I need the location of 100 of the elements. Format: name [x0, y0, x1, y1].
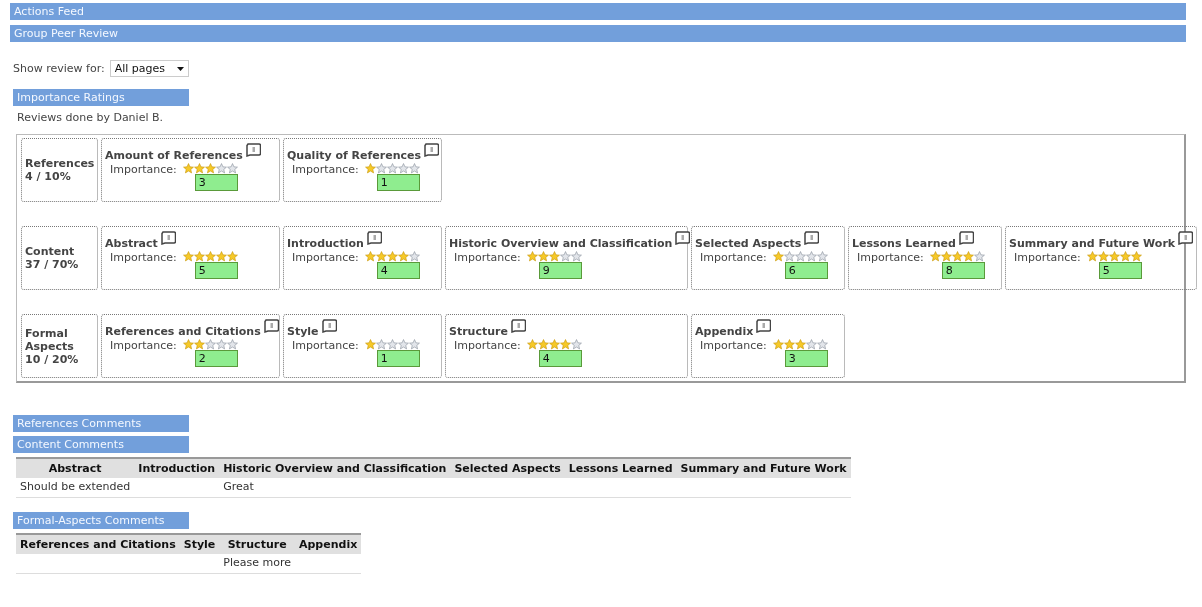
star-icon: [182, 163, 194, 174]
star-icon: [408, 163, 420, 174]
star-icon: [548, 251, 560, 262]
star-icon: [816, 339, 828, 350]
importance-label: Importance:: [292, 339, 359, 352]
star-icon: [182, 251, 194, 262]
star-icon: [805, 339, 817, 350]
column-header: Structure: [219, 534, 295, 554]
column-header: Abstract: [16, 458, 135, 478]
help-bubble-icon[interactable]: [245, 143, 261, 157]
star-icon: [215, 163, 227, 174]
help-bubble-icon[interactable]: [756, 319, 772, 333]
star-icon: [537, 339, 549, 350]
star-rating[interactable]: [182, 163, 238, 174]
score-value: 1: [376, 350, 420, 367]
star-rating[interactable]: [364, 163, 420, 174]
score-value: 3: [784, 350, 828, 367]
star-rating[interactable]: [182, 251, 238, 262]
reviewer-text: Reviews done by Daniel B.: [17, 111, 164, 124]
importance-label: Importance:: [110, 339, 177, 352]
score-value: 6: [784, 262, 828, 279]
section-header[interactable]: Formal-Aspects Comments: [13, 512, 189, 529]
star-icon: [375, 163, 387, 174]
star-icon: [559, 339, 571, 350]
star-rating[interactable]: [526, 251, 582, 262]
star-rating[interactable]: [772, 251, 828, 262]
help-bubble-icon[interactable]: [263, 319, 279, 333]
criterion-title: Lessons Learned: [852, 237, 956, 250]
section-header[interactable]: References Comments: [13, 415, 189, 432]
help-bubble-icon[interactable]: [1178, 231, 1194, 245]
criterion-title: Selected Aspects: [695, 237, 802, 250]
column-header: References and Citations: [16, 534, 180, 554]
star-icon: [772, 339, 784, 350]
star-icon: [204, 339, 216, 350]
importance-label: Importance:: [857, 251, 924, 264]
help-bubble-icon[interactable]: [321, 319, 337, 333]
criterion-title: Style: [287, 325, 319, 338]
importance-label: Importance:: [292, 251, 359, 264]
criterion-title: Amount of References: [105, 149, 243, 162]
star-icon: [215, 339, 227, 350]
star-rating[interactable]: [526, 339, 582, 350]
criterion-title: Abstract: [105, 237, 158, 250]
importance-label: Importance:: [1014, 251, 1081, 264]
page-select[interactable]: All pages: [109, 60, 190, 77]
star-rating[interactable]: [182, 339, 238, 350]
help-bubble-icon[interactable]: [804, 231, 820, 245]
help-bubble-icon[interactable]: [424, 143, 439, 157]
star-rating[interactable]: [364, 251, 420, 262]
star-icon: [397, 163, 409, 174]
importance-label: Importance:: [454, 339, 521, 352]
help-bubble-icon[interactable]: [160, 231, 176, 245]
star-icon: [929, 251, 941, 262]
caret-icon: [177, 66, 185, 71]
star-icon: [386, 339, 398, 350]
star-icon: [1130, 251, 1142, 262]
star-icon: [204, 163, 216, 174]
help-bubble-icon[interactable]: [958, 231, 974, 245]
section-header[interactable]: Content Comments: [13, 436, 189, 453]
star-icon: [794, 251, 806, 262]
score-value: 8: [941, 262, 985, 279]
section-header[interactable]: Group Peer Review: [10, 25, 1186, 42]
column-header: Style: [179, 534, 220, 554]
star-icon: [215, 251, 227, 262]
help-bubble-icon[interactable]: [675, 231, 691, 245]
importance-label: Importance:: [700, 339, 767, 352]
star-icon: [1108, 251, 1120, 262]
star-icon: [193, 339, 205, 350]
column-header: Lessons Learned: [564, 458, 677, 478]
criterion-title: Summary and Future Work: [1009, 237, 1176, 250]
star-icon: [1086, 251, 1098, 262]
star-icon: [772, 251, 784, 262]
score-value: 2: [194, 350, 238, 367]
column-header: Appendix: [295, 534, 362, 554]
score-value: 1: [376, 174, 420, 191]
section-header[interactable]: Importance Ratings: [13, 89, 189, 106]
star-icon: [783, 251, 795, 262]
column-header: Summary and Future Work: [676, 458, 851, 478]
column-header: Introduction: [134, 458, 220, 478]
section-header[interactable]: Actions Feed: [10, 3, 1186, 20]
star-icon: [364, 339, 376, 350]
star-icon: [408, 339, 420, 350]
score-value: 5: [1098, 262, 1142, 279]
star-icon: [1119, 251, 1131, 262]
star-icon: [375, 339, 387, 350]
criterion-title: Appendix: [695, 325, 754, 338]
star-icon: [940, 251, 952, 262]
column-header: Historic Overview and Classification: [219, 458, 451, 478]
star-icon: [526, 251, 538, 262]
star-icon: [364, 163, 376, 174]
star-rating[interactable]: [929, 251, 985, 262]
help-bubble-icon[interactable]: [510, 319, 526, 333]
importance-label: Importance:: [454, 251, 521, 264]
score-value: 5: [194, 262, 238, 279]
star-icon: [548, 339, 560, 350]
star-icon: [816, 251, 828, 262]
criterion-title: Introduction: [287, 237, 364, 250]
star-rating[interactable]: [364, 339, 420, 350]
star-rating[interactable]: [1086, 251, 1142, 262]
help-bubble-icon[interactable]: [366, 231, 382, 245]
star-rating[interactable]: [772, 339, 828, 350]
